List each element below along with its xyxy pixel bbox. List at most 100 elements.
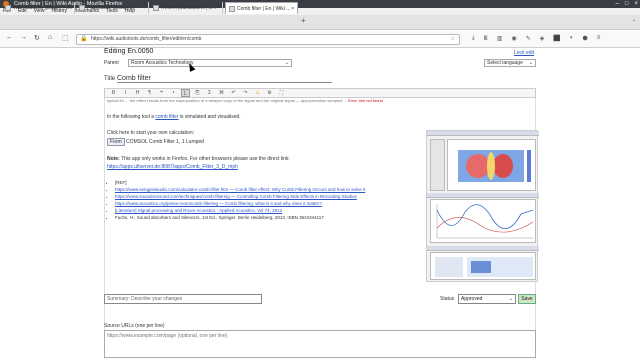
- list-item[interactable]: https://www.acoustics.org/press-room/com…: [115, 201, 411, 208]
- minimize-icon[interactable]: –: [616, 0, 619, 8]
- url-text: https://wiki.audiotools.de/comb_filter/e…: [91, 36, 202, 42]
- source-urls-textarea[interactable]: https://www.example.com/page (optional, …: [104, 330, 536, 358]
- tab-label: Comb filter | En | Wiki ...: [237, 6, 291, 12]
- new-tab-icon[interactable]: +: [301, 16, 306, 25]
- account-icon[interactable]: ◉: [511, 35, 516, 42]
- list-item: [REF]: [115, 180, 411, 187]
- redo-button[interactable]: ↷: [241, 89, 250, 97]
- list-item: Fuchs, H., Sound absorbers and Silencers…: [115, 215, 411, 222]
- addon-4-icon[interactable]: ◐: [570, 35, 574, 42]
- tab-3[interactable]: Recent publications | E... ×: [150, 2, 223, 14]
- parent-select-value: Room Acoustics Technology: [131, 60, 194, 66]
- download-icon[interactable]: ⤓: [472, 35, 475, 42]
- fullscreen-button[interactable]: ⛶: [277, 89, 286, 97]
- copy-button[interactable]: ⎘: [193, 89, 202, 97]
- error-text: Error: link not found: [347, 98, 383, 103]
- screenshot-toolbar-3: [427, 246, 539, 251]
- screenshot-toolbar: [427, 131, 539, 136]
- close-tab-icon[interactable]: ×: [68, 2, 71, 14]
- addon-5-icon[interactable]: ⬢: [582, 35, 587, 42]
- close-tab-icon[interactable]: ×: [216, 2, 219, 14]
- sidebar-icon[interactable]: ▥: [497, 35, 503, 42]
- numbered-list-button[interactable]: 1.: [181, 89, 190, 97]
- favicon-icon: [5, 5, 11, 11]
- warning-icon[interactable]: ⚠: [253, 89, 262, 97]
- form-row: Form COMSOL Comb Filter 1, 1 Lumped: [107, 138, 204, 146]
- library-icon[interactable]: Ⅲ: [484, 35, 488, 42]
- screenshot-line-plot: [430, 199, 536, 243]
- close-window-icon[interactable]: ×: [634, 0, 638, 8]
- save-button[interactable]: Save: [518, 294, 536, 304]
- source-urls-label: Source URLs (one per line): [104, 323, 165, 329]
- form-button[interactable]: Form: [107, 138, 125, 146]
- bookmark-star-icon[interactable]: ☆: [451, 35, 455, 44]
- intro-paragraph: In the following tool a comb filter is s…: [107, 114, 241, 120]
- truncated-text-line: typical for ... the effect results from …: [107, 98, 527, 103]
- comb-filter-link[interactable]: comb filter: [155, 114, 178, 120]
- list-item[interactable]: https://www.soundonsound.com/techniques/…: [115, 194, 411, 201]
- extension-icon[interactable]: ⬚: [62, 34, 69, 42]
- note-text: This app only works in Firefox. For othe…: [119, 156, 290, 162]
- language-select-value: Select language: [487, 60, 523, 66]
- truncated-text: typical for ... the effect results from …: [107, 98, 347, 103]
- title-input[interactable]: Comb filter: [117, 74, 332, 83]
- direct-app-link[interactable]: https://apps.ufiserver.de:8087/apps/Comb…: [107, 164, 238, 170]
- close-tab-icon[interactable]: ×: [291, 3, 294, 14]
- paragraph-button[interactable]: ¶: [145, 89, 154, 97]
- undo-button[interactable]: ↶: [229, 89, 238, 97]
- url-bar[interactable]: 🔒 https://wiki.audiotools.de/comb_filter…: [76, 34, 460, 45]
- language-select[interactable]: Select language ⌄: [484, 59, 536, 67]
- summary-input[interactable]: Summary: Describe your changes: [104, 294, 262, 304]
- maximize-icon[interactable]: □: [625, 0, 629, 8]
- tab-bar: [0, 15, 640, 30]
- lock-icon[interactable]: 🔒: [80, 35, 87, 44]
- addon-icon[interactable]: ✎: [526, 35, 531, 42]
- hamburger-menu-icon[interactable]: ≡: [597, 35, 601, 42]
- chevron-down-icon: ⌄: [508, 296, 513, 302]
- settings-button[interactable]: ⚙: [265, 89, 274, 97]
- tab-1[interactable]: Wiki Audio for global | Fo... ×: [2, 2, 75, 14]
- parent-select[interactable]: Room Acoustics Technology ⌄: [128, 59, 292, 67]
- heading-button[interactable]: H: [133, 89, 142, 97]
- app-screenshot-image: [426, 130, 539, 282]
- tab-list-icon[interactable]: ⌄: [632, 17, 636, 23]
- command-button[interactable]: ⌘: [217, 89, 226, 97]
- home-icon[interactable]: ⌂: [48, 34, 52, 41]
- addon-2-icon[interactable]: ◈: [540, 35, 545, 42]
- status-select-value: Approved: [461, 296, 483, 302]
- tab-2[interactable]: Publication resources ×: [76, 2, 149, 14]
- reload-icon[interactable]: ↻: [34, 34, 40, 42]
- intro-text: In the following tool a: [107, 114, 156, 120]
- tab-label: Recent publications | E...: [161, 5, 217, 11]
- addon-3-icon[interactable]: ⬛: [553, 35, 560, 42]
- back-icon[interactable]: ←: [6, 34, 13, 41]
- form-caption: COMSOL Comb Filter 1, 1 Lumped: [126, 139, 204, 145]
- tab-4-active[interactable]: Comb filter | En | Wiki ... ×: [225, 2, 298, 14]
- navigation-bar: ← → ↻ ⌂ ⬚ 🔒 https://wiki.audiotools.de/c…: [0, 31, 640, 48]
- bullet-list-button[interactable]: •: [169, 89, 178, 97]
- quote-button[interactable]: ❝: [157, 89, 166, 97]
- status-select[interactable]: Approved ⌄: [458, 294, 516, 304]
- list-item[interactable]: https://www.sengpielaudio.com/calculator…: [115, 187, 411, 194]
- references-list: [REF] https://www.sengpielaudio.com/calc…: [111, 180, 411, 222]
- title-label: Title: [104, 76, 116, 82]
- tab-label: Wiki Audio for global | Fo...: [13, 5, 73, 11]
- formula-button[interactable]: Σ: [205, 89, 214, 97]
- italic-button[interactable]: I: [121, 89, 130, 97]
- tab-label: Publication resources: [87, 5, 135, 11]
- lock-edit-link[interactable]: Lock edit: [514, 50, 534, 56]
- close-tab-icon[interactable]: ×: [142, 2, 145, 14]
- status-label: Status: [440, 296, 455, 302]
- screenshot-toolbar-2: [427, 193, 539, 198]
- screenshot-heatmap: [447, 139, 536, 191]
- favicon-icon: [229, 6, 235, 12]
- list-item[interactable]: [Literature] Signal processing and Room …: [115, 208, 411, 215]
- note-label: Note:: [107, 156, 120, 162]
- page-title: Editing En.0050: [104, 48, 154, 55]
- forward-icon[interactable]: →: [20, 34, 27, 41]
- screenshot-panel: [430, 252, 536, 280]
- favicon-icon: [79, 5, 85, 11]
- bold-button[interactable]: B: [109, 89, 118, 97]
- chevron-down-icon: ⌄: [528, 60, 533, 66]
- editor-toolbar: B I H ¶ ❝ • 1. ⎘ Σ ⌘ ↶ ↷ ⚠ ⚙ ⛶: [104, 88, 536, 98]
